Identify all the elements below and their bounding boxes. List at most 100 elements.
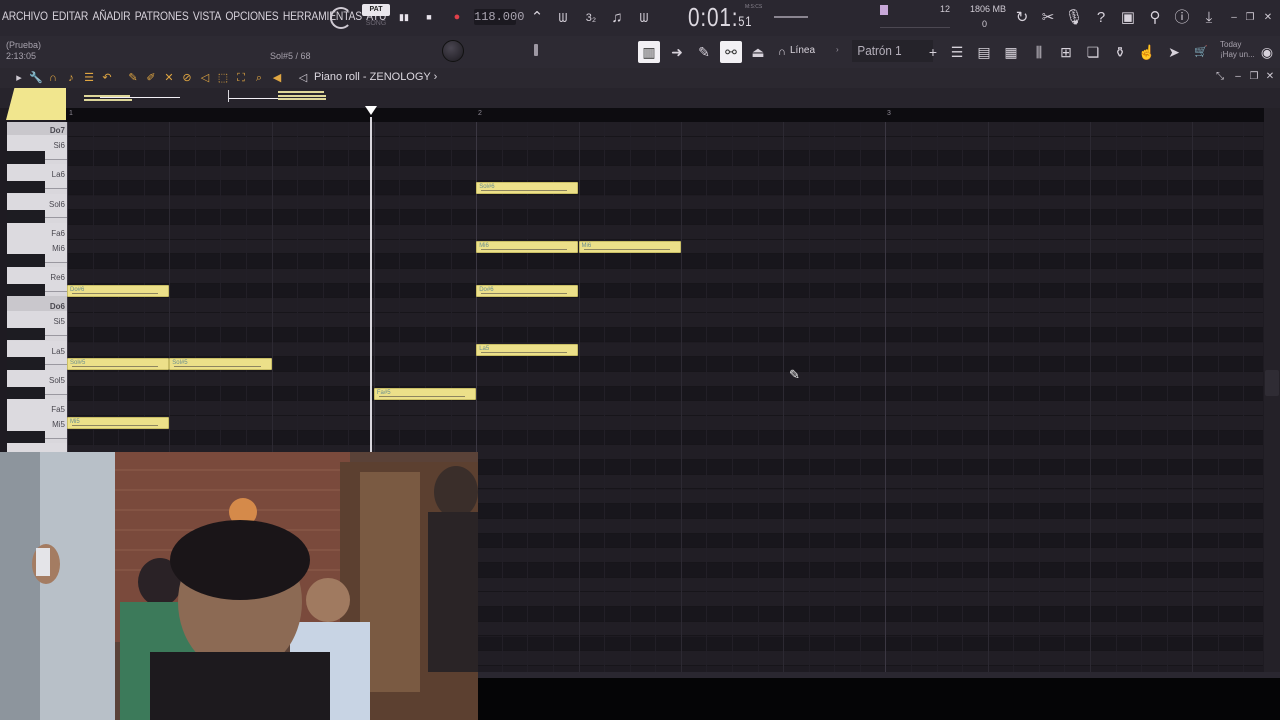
minimize-icon[interactable]: –: [1228, 12, 1240, 24]
master-pitch-slider[interactable]: [774, 16, 808, 18]
slice-tool-icon[interactable]: ◁: [198, 71, 212, 85]
note[interactable]: Fa#5: [373, 387, 477, 400]
note[interactable]: Sol#5: [169, 358, 272, 371]
note[interactable]: Sol#6: [476, 181, 579, 194]
tool-corner[interactable]: [6, 88, 66, 120]
song-button[interactable]: SONG: [362, 18, 390, 30]
menu-opciones[interactable]: OPCIONES: [225, 9, 278, 23]
undo-icon[interactable]: ↶: [100, 71, 114, 85]
plugin-icon[interactable]: ⚲: [1145, 8, 1165, 28]
stop-button[interactable]: ■: [421, 9, 437, 25]
record-button[interactable]: ●: [449, 9, 465, 25]
stamp-icon[interactable]: ⏏: [747, 41, 769, 63]
menu-vista[interactable]: VISTA: [193, 9, 221, 23]
note[interactable]: Do#6: [476, 284, 579, 297]
playback-tool-icon[interactable]: ◀: [270, 71, 284, 85]
account-icon[interactable]: ◉: [1256, 41, 1278, 63]
time-ruler[interactable]: [66, 108, 1264, 122]
black-key[interactable]: [7, 210, 45, 223]
shop-icon[interactable]: 🛒: [1190, 41, 1212, 63]
note[interactable]: Mi6: [476, 240, 579, 253]
menu-archivo[interactable]: ARCHIVO: [2, 9, 48, 23]
file-icon[interactable]: ❏: [1082, 41, 1104, 63]
plugin-picker-icon[interactable]: ⚱: [1109, 41, 1131, 63]
zoom-tool-icon[interactable]: ⌕: [252, 71, 266, 85]
download-icon[interactable]: ⤓: [1199, 8, 1219, 28]
magnet-snap-icon[interactable]: ∩: [46, 71, 60, 85]
pat-button[interactable]: PAT: [362, 4, 390, 16]
wait-input-icon[interactable]: ᗯ: [553, 8, 573, 28]
paint-tool-icon[interactable]: ✐: [144, 71, 158, 85]
black-key[interactable]: [7, 357, 45, 370]
note[interactable]: Sol#5: [67, 358, 170, 371]
tempo-display[interactable]: 118.000: [474, 9, 524, 25]
countdown-icon[interactable]: 3₂: [581, 8, 601, 28]
speaker-icon[interactable]: ◁: [296, 71, 310, 85]
send-icon[interactable]: ➤: [1163, 41, 1185, 63]
note[interactable]: Mi5: [67, 417, 170, 429]
note[interactable]: La5: [476, 343, 579, 356]
pause-button[interactable]: ▮▮: [396, 9, 412, 25]
black-key[interactable]: [7, 151, 45, 165]
piano-roll-title[interactable]: Piano roll - ZENOLOGY ›: [314, 71, 437, 83]
loop-record-icon[interactable]: ᗯ: [634, 8, 654, 28]
master-volume-knob[interactable]: [442, 40, 464, 62]
list-icon[interactable]: ☰: [82, 71, 96, 85]
metronome-icon[interactable]: ⌃: [527, 8, 547, 28]
close-icon[interactable]: ✕: [1262, 12, 1274, 24]
black-key[interactable]: [7, 327, 45, 341]
black-key[interactable]: [7, 283, 45, 297]
pr-detach-icon[interactable]: ⤡: [1214, 71, 1226, 83]
snap-selector[interactable]: Línea: [790, 45, 815, 56]
pencil-icon[interactable]: ✎: [693, 41, 715, 63]
restore-icon[interactable]: ❐: [1244, 12, 1256, 24]
save-icon[interactable]: ▣: [1118, 8, 1138, 28]
note-icon[interactable]: ♪: [64, 71, 78, 85]
note[interactable]: Mi6: [578, 240, 681, 253]
pr-minimize-icon[interactable]: –: [1232, 71, 1244, 83]
pr-close-icon[interactable]: ✕: [1264, 71, 1276, 83]
delete-tool-icon[interactable]: ✕: [162, 71, 176, 85]
cut-icon[interactable]: ✂: [1038, 8, 1058, 28]
news-panel[interactable]: Today ¡Hay un...: [1220, 40, 1255, 60]
arrow-right-icon[interactable]: ➜: [666, 41, 688, 63]
microphone-icon[interactable]: 🎙: [1064, 8, 1084, 28]
pattern-overview[interactable]: [0, 88, 1280, 108]
playlist-icon[interactable]: ☰: [946, 41, 968, 63]
step-edit-icon[interactable]: ♫: [607, 8, 627, 28]
mixer-icon[interactable]: ⫼: [1028, 41, 1050, 63]
help-icon[interactable]: ?: [1091, 8, 1111, 28]
pattern-selector[interactable]: Patrón 1: [852, 40, 933, 62]
draw-tool-icon[interactable]: ✎: [126, 71, 140, 85]
menu-patrones[interactable]: PATRONES: [135, 9, 189, 23]
playhead-marker[interactable]: [365, 106, 377, 115]
touch-icon[interactable]: ☝: [1136, 41, 1158, 63]
zoom-fit-icon[interactable]: ⛶: [234, 71, 248, 85]
wrench-icon[interactable]: 🔧: [29, 71, 43, 85]
undo-history-icon[interactable]: ↻: [1012, 8, 1032, 28]
song-time-display[interactable]: 0:01:51: [688, 2, 752, 33]
info-icon[interactable]: ⓘ: [1172, 8, 1192, 28]
black-key[interactable]: [7, 386, 45, 400]
mute-tool-icon[interactable]: ⊘: [180, 71, 194, 85]
menu-editar[interactable]: EDITAR: [52, 9, 88, 23]
piano-keyboard-icon[interactable]: ▥: [638, 41, 660, 63]
menu-arrow-icon[interactable]: ▸: [12, 71, 26, 85]
vertical-scroll-thumb[interactable]: [1265, 370, 1279, 396]
pr-maximize-icon[interactable]: ❐: [1248, 71, 1260, 83]
pat-song-toggle[interactable]: PAT SONG: [362, 4, 390, 30]
black-key[interactable]: [7, 254, 45, 267]
select-tool-icon[interactable]: ⬚: [216, 71, 230, 85]
channel-rack-icon[interactable]: ▦: [1000, 41, 1022, 63]
piano-keyboard[interactable]: Mi5 Fa5 Sol5 La5 Si5 Do6 Re6 Mi6 Fa6 Sol6 La6 Si6 Do…: [7, 122, 67, 452]
black-key[interactable]: [7, 430, 45, 444]
browser-icon[interactable]: ⊞: [1055, 41, 1077, 63]
note[interactable]: Do#6: [67, 284, 170, 297]
add-pattern-button[interactable]: +: [922, 41, 944, 63]
black-key[interactable]: [7, 180, 45, 194]
piano-roll-icon[interactable]: ▤: [973, 41, 995, 63]
master-pitch-handle[interactable]: [534, 44, 538, 56]
white-key[interactable]: [7, 443, 67, 452]
link-icon[interactable]: ⚯: [720, 41, 742, 63]
menu-anadir[interactable]: AÑADIR: [92, 9, 130, 23]
